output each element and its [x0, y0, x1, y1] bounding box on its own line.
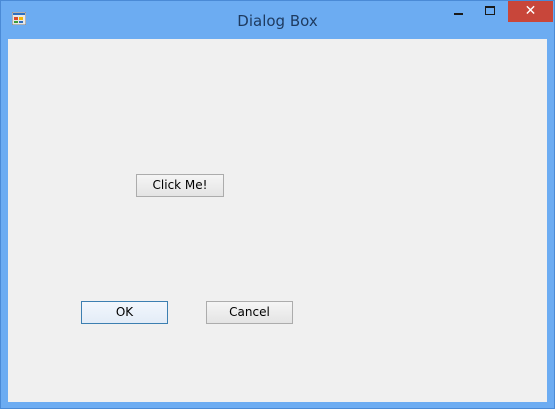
close-icon: ✕	[524, 3, 537, 19]
minimize-button[interactable]	[445, 1, 473, 23]
dialog-window: Dialog Box ✕ Click Me! OK Cancel	[0, 0, 555, 409]
minimize-icon	[454, 13, 463, 15]
maximize-button[interactable]	[477, 1, 505, 23]
ok-button[interactable]: OK	[81, 301, 168, 324]
click-me-button[interactable]: Click Me!	[136, 174, 224, 197]
close-button[interactable]: ✕	[508, 1, 553, 22]
maximize-icon	[485, 6, 495, 15]
dialog-client-area: Click Me! OK Cancel	[8, 39, 547, 402]
title-bar[interactable]: Dialog Box ✕	[1, 1, 554, 39]
cancel-button[interactable]: Cancel	[206, 301, 293, 324]
